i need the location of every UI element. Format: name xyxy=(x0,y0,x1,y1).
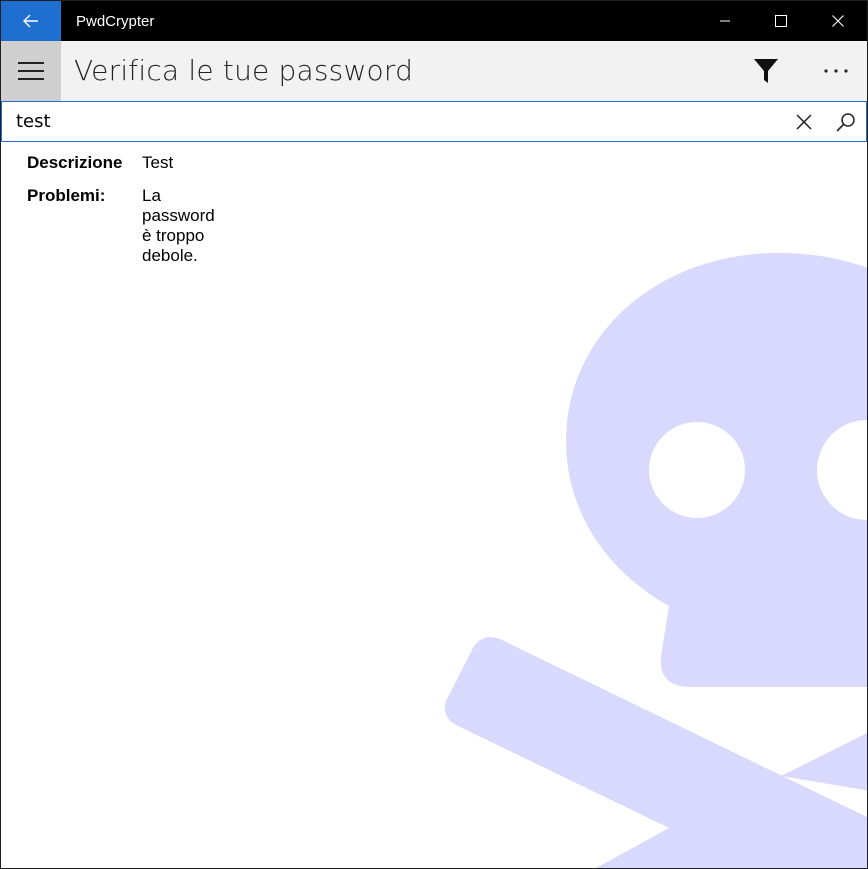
filter-icon xyxy=(754,59,778,83)
minimize-icon xyxy=(720,20,730,22)
description-value: Test xyxy=(142,153,174,172)
search-input[interactable] xyxy=(12,108,780,134)
back-arrow-icon xyxy=(23,14,38,28)
page-header: Verifica le tue password xyxy=(1,41,867,101)
app-title: PwdCrypter xyxy=(76,13,155,30)
more-options-button[interactable] xyxy=(811,53,861,89)
problems-label: Problemi: xyxy=(27,186,106,205)
title-bar: PwdCrypter xyxy=(1,1,867,41)
search-icon xyxy=(836,113,855,132)
close-icon xyxy=(832,15,844,27)
app-window: PwdCrypter Verifica le tue password test… xyxy=(0,0,868,869)
more-ellipsis-icon xyxy=(824,69,848,73)
problems-value: La password è troppo debole. xyxy=(142,186,215,265)
hamburger-menu-icon xyxy=(18,62,44,80)
clear-search-button[interactable] xyxy=(792,110,816,134)
maximize-icon xyxy=(775,15,787,27)
hamburger-menu-button[interactable] xyxy=(1,41,61,101)
page-title: Verifica le tue password xyxy=(74,54,414,87)
minimize-button[interactable] xyxy=(697,1,753,41)
back-button[interactable] xyxy=(1,1,61,41)
clear-x-icon xyxy=(796,114,812,130)
description-label: Descrizione xyxy=(27,153,123,172)
close-button[interactable] xyxy=(810,1,866,41)
search-button[interactable] xyxy=(832,108,860,136)
search-box xyxy=(1,101,867,142)
maximize-button[interactable] xyxy=(753,1,809,41)
filter-button[interactable] xyxy=(746,53,786,89)
